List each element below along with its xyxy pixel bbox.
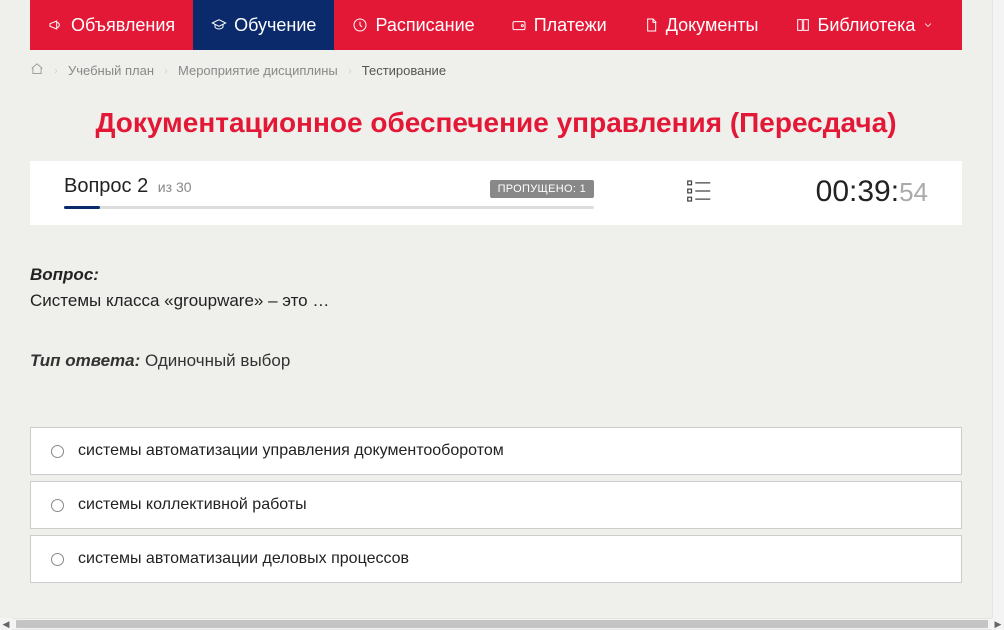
vertical-scrollbar[interactable] [992,0,1004,618]
nav-label: Объявления [71,15,175,36]
progress-bar [64,206,594,209]
chevron-down-icon [922,15,934,36]
question-heading: Вопрос: [30,265,962,285]
timer-main: 00:39: [816,175,899,209]
scrollbar-thumb[interactable] [16,620,988,628]
answer-option-text: системы автоматизации деловых процессов [78,550,409,568]
chevron-right-icon [162,63,170,78]
question-total-prefix: из [158,179,176,195]
nav-label: Расписание [375,15,474,36]
scrollbar-track[interactable] [12,618,992,630]
main-viewport[interactable]: Объявления Обучение Расписание [0,0,992,618]
graduation-cap-icon [211,17,227,33]
countdown-timer: 00:39:54 [816,175,928,209]
progress-bar-fill [64,206,100,209]
skipped-badge: ПРОПУЩЕНО: 1 [490,180,594,198]
radio-icon[interactable] [51,499,64,512]
radio-icon[interactable] [51,553,64,566]
answer-type-value: Одиночный выбор [140,351,290,370]
answer-option[interactable]: системы коллективной работы [30,481,962,529]
question-total-number: 30 [176,179,192,195]
answer-option-text: системы коллективной работы [78,496,307,514]
timer-seconds: 54 [899,177,928,208]
scroll-right-arrow-icon[interactable]: ▶ [992,618,1004,630]
answer-type-label: Тип ответа: [30,351,140,370]
question-current-number: 2 [137,175,148,197]
main-navbar: Объявления Обучение Расписание [30,0,962,50]
document-icon [643,17,659,33]
horizontal-scrollbar[interactable]: ◀ ▶ [0,618,1004,630]
nav-education[interactable]: Обучение [193,0,334,50]
answer-option[interactable]: системы автоматизации деловых процессов [30,535,962,583]
page-title: Документационное обеспечение управления … [0,89,992,161]
radio-icon[interactable] [51,445,64,458]
answer-option-text: системы автоматизации управления докумен… [78,442,504,460]
question-text: Системы класса «groupware» – это … [30,291,962,311]
clock-icon [352,17,368,33]
breadcrumb-item[interactable]: Учебный план [68,63,154,78]
question-counter: Вопрос 2 из 30 [64,175,192,198]
breadcrumb: Учебный план Мероприятие дисциплины Тест… [0,50,992,89]
nav-schedule[interactable]: Расписание [334,0,492,50]
scroll-left-arrow-icon[interactable]: ◀ [0,618,12,630]
test-status-card: Вопрос 2 из 30 ПРОПУЩЕНО: 1 [30,161,962,225]
wallet-icon [511,17,527,33]
answer-options: системы автоматизации управления докумен… [0,381,992,583]
nav-label: Платежи [534,15,607,36]
nav-documents[interactable]: Документы [625,0,777,50]
nav-label: Обучение [234,15,316,36]
breadcrumb-item[interactable]: Мероприятие дисциплины [178,63,338,78]
nav-payments[interactable]: Платежи [493,0,625,50]
question-list-icon[interactable] [684,176,714,209]
answer-option[interactable]: системы автоматизации управления докумен… [30,427,962,475]
question-label-prefix: Вопрос [64,175,137,197]
nav-label: Библиотека [818,15,916,36]
chevron-right-icon [52,63,60,78]
book-icon [795,17,811,33]
chevron-right-icon [346,63,354,78]
home-icon[interactable] [30,62,44,79]
megaphone-icon [48,17,64,33]
nav-library[interactable]: Библиотека [777,0,953,50]
nav-label: Документы [666,15,759,36]
nav-announcements[interactable]: Объявления [30,0,193,50]
breadcrumb-item-current: Тестирование [362,63,446,78]
